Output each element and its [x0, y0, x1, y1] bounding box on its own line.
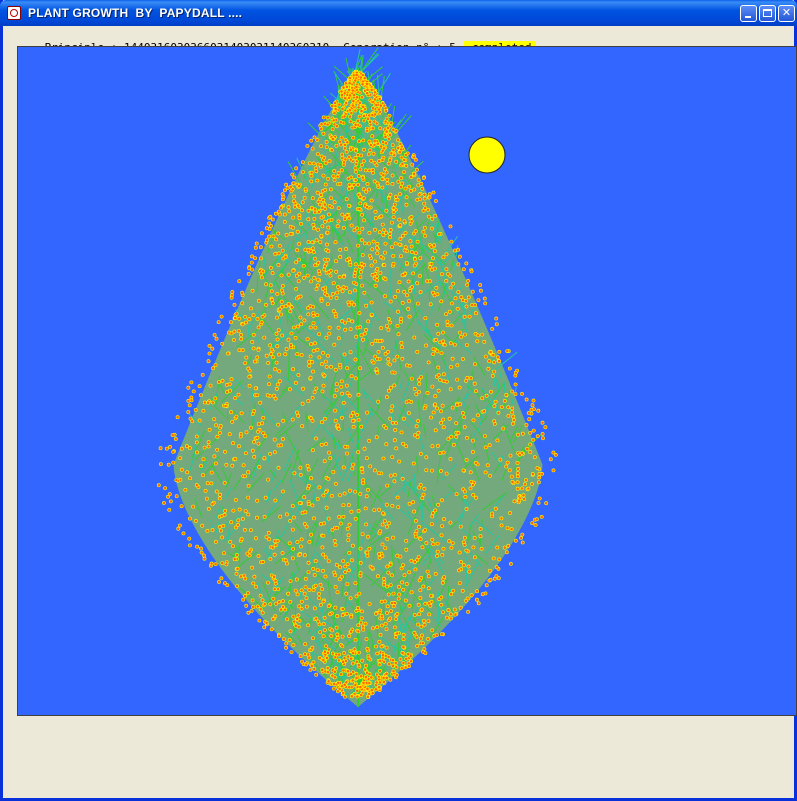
- title-bar[interactable]: PLANT GROWTH BY PAPYDALL .... ✕: [0, 0, 797, 26]
- window-title: PLANT GROWTH BY PAPYDALL ....: [28, 6, 243, 20]
- maximize-button[interactable]: [759, 5, 776, 22]
- app-window: PLANT GROWTH BY PAPYDALL .... ✕ Principl…: [0, 0, 797, 801]
- plant-canvas: [17, 46, 797, 716]
- sun: [468, 136, 506, 174]
- minimize-button[interactable]: [740, 5, 757, 22]
- plant-drawing: [156, 47, 558, 707]
- app-icon[interactable]: [7, 6, 21, 20]
- info-bar: Principle : 1440316030366031403031140360…: [18, 27, 536, 55]
- close-button[interactable]: ✕: [778, 5, 795, 22]
